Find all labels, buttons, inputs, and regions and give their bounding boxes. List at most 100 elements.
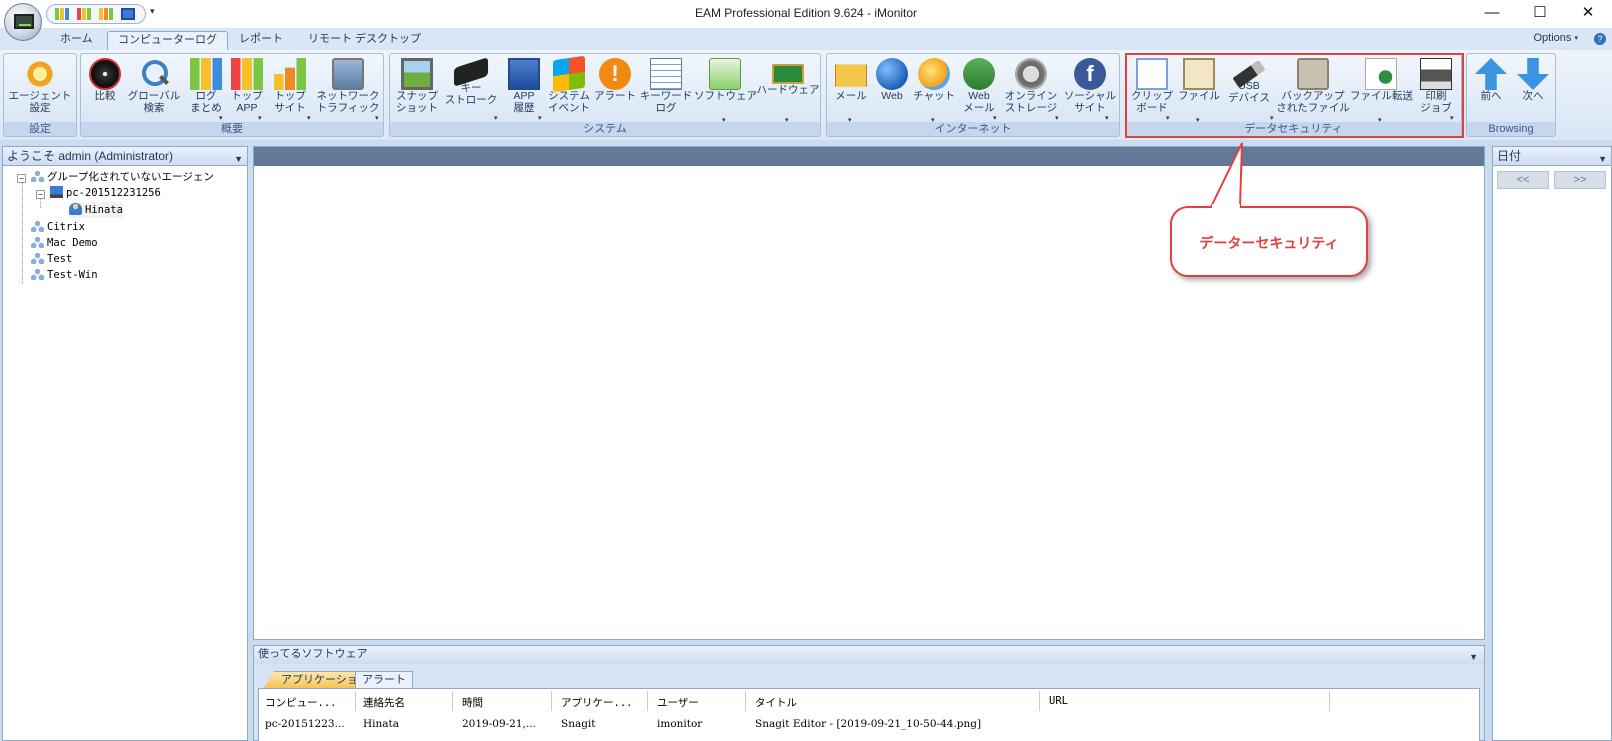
web-button[interactable]: Web xyxy=(873,56,911,122)
social-site-button[interactable]: f ソーシャル サイト ▾ xyxy=(1061,56,1119,122)
tree-node-label: Mac Demo xyxy=(47,237,98,249)
hardware-button[interactable]: ハードウェア ▾ xyxy=(756,56,820,124)
group-overview: 比較 グローバル 検索 ログ まとめ ▾ トップ APP ▾ トップ サイト ▾ ネッ… xyxy=(80,53,384,137)
compare-button[interactable]: 比較 xyxy=(87,56,123,122)
software-in-use-header[interactable]: 使ってるソフトウェア ▼ xyxy=(254,646,1484,664)
column-header-user[interactable]: ユーザー xyxy=(657,695,699,710)
hardware-icon xyxy=(772,64,804,84)
date-panel-title: 日付 xyxy=(1497,149,1522,163)
online-storage-button[interactable]: オンライン ストレージ ▾ xyxy=(1001,56,1061,122)
collapse-toggle[interactable]: − xyxy=(36,190,45,199)
clipboard-label: クリップ ボード xyxy=(1131,90,1173,114)
column-separator[interactable] xyxy=(1039,691,1040,711)
tab-report[interactable]: レポート xyxy=(229,31,293,50)
tab-computer-log[interactable]: コンピューターログ xyxy=(107,31,228,50)
tree-node-label: pc-201512231256 xyxy=(66,187,161,199)
dropdown-arrow-icon: ▾ xyxy=(1166,115,1170,122)
column-separator[interactable] xyxy=(452,691,453,711)
previous-button[interactable]: 前へ xyxy=(1471,56,1511,122)
mail-button[interactable]: メール ▾ xyxy=(829,56,873,124)
webmail-button[interactable]: Web メール ▾ xyxy=(957,56,1001,122)
computer-icon xyxy=(50,186,63,198)
tree-node-citrix[interactable]: Citrix xyxy=(31,219,85,235)
keyword-log-button[interactable]: キーワード ログ xyxy=(638,56,694,122)
system-event-button[interactable]: システム イベント xyxy=(546,55,592,122)
clipboard-icon xyxy=(1136,58,1168,90)
top-site-button[interactable]: トップ サイト ▾ xyxy=(267,56,313,122)
software-button[interactable]: ソフトウェア ▾ xyxy=(694,56,757,124)
global-search-button[interactable]: グローバル 検索 xyxy=(125,56,183,122)
online-storage-label: オンライン ストレージ xyxy=(1004,90,1058,114)
tree-node-label: Hinata xyxy=(85,204,123,216)
chevron-down-icon[interactable]: ▼ xyxy=(234,150,243,168)
top-app-button[interactable]: トップ APP ▾ xyxy=(227,56,267,122)
close-button[interactable]: ✕ xyxy=(1566,2,1610,26)
column-separator[interactable] xyxy=(647,691,648,711)
chevron-down-icon[interactable]: ▼ xyxy=(1598,150,1607,168)
column-header-time[interactable]: 時間 xyxy=(462,695,483,710)
backup-file-button[interactable]: バックアップ されたファイル xyxy=(1276,56,1350,122)
tree-node-mac-demo[interactable]: Mac Demo xyxy=(31,235,98,251)
keystroke-button[interactable]: キー ストローク ▾ xyxy=(442,56,500,122)
network-traffic-button[interactable]: ネットワーク トラフィック ▾ xyxy=(315,56,381,122)
column-header-title[interactable]: タイトル xyxy=(755,695,797,710)
user-icon xyxy=(69,203,82,215)
tree-node-test[interactable]: Test xyxy=(31,251,72,267)
app-menu-button[interactable] xyxy=(4,3,42,41)
next-button[interactable]: 次へ xyxy=(1513,56,1553,122)
online-storage-icon xyxy=(1015,58,1047,90)
column-separator[interactable] xyxy=(551,691,552,711)
network-group-icon xyxy=(31,220,44,232)
snapshot-button[interactable]: スナップ ショット xyxy=(392,56,442,122)
date-panel: 日付 ▼ << >> xyxy=(1492,146,1612,741)
group-label: データセキュリティ xyxy=(1126,122,1461,136)
print-job-button[interactable]: 印刷 ジョブ ▾ xyxy=(1412,56,1460,122)
agent-tree-header[interactable]: ようこそ admin (Administrator) ▼ xyxy=(3,147,247,166)
chat-label: チャット xyxy=(913,90,955,102)
alert-button[interactable]: ! アラート xyxy=(592,56,638,122)
tree-node-ungrouped[interactable]: グループ化されていないエージェン xyxy=(31,169,214,185)
date-panel-header[interactable]: 日付 ▼ xyxy=(1493,147,1611,166)
previous-dates-button[interactable]: << xyxy=(1497,171,1549,189)
log-summary-button[interactable]: ログ まとめ ▾ xyxy=(185,56,227,122)
minimize-button[interactable]: — xyxy=(1470,2,1514,26)
monitor-icon xyxy=(14,14,34,29)
help-icon[interactable]: ? xyxy=(1594,33,1606,45)
group-label: システム xyxy=(390,122,820,136)
software-table: コンピュー... 連絡先名 時間 アプリケー... ユーザー タイトル URL … xyxy=(258,688,1480,741)
column-header-computer[interactable]: コンピュー... xyxy=(265,695,336,710)
group-label: 設定 xyxy=(4,122,76,136)
webmail-label: Web メール xyxy=(963,90,995,114)
tree-node-pc[interactable]: pc-201512231256 xyxy=(50,185,161,201)
column-header-contact[interactable]: 連絡先名 xyxy=(363,695,405,710)
tab-alerts[interactable]: アラート xyxy=(355,671,413,688)
callout-bubble: データーセキュリティ xyxy=(1170,206,1368,277)
usb-device-button[interactable]: USB デバイス ▾ xyxy=(1222,56,1276,122)
maximize-button[interactable]: ☐ xyxy=(1518,2,1562,26)
mail-label: メール xyxy=(835,90,867,102)
column-header-application[interactable]: アプリケー... xyxy=(561,695,632,710)
next-dates-button[interactable]: >> xyxy=(1554,171,1606,189)
file-transfer-button[interactable]: ファイル転送 ▾ xyxy=(1350,56,1413,124)
app-history-button[interactable]: APP 履歴 ▾ xyxy=(502,56,546,122)
agent-settings-button[interactable]: エージェント 設定 xyxy=(6,56,74,122)
top-site-icon xyxy=(274,58,306,90)
file-button[interactable]: ファイル ▾ xyxy=(1176,56,1222,124)
tab-home[interactable]: ホーム xyxy=(50,31,103,50)
chat-button[interactable]: チャット ▾ xyxy=(911,56,957,124)
collapse-toggle[interactable]: − xyxy=(17,174,26,183)
clipboard-button[interactable]: クリップ ボード ▾ xyxy=(1128,56,1176,122)
chevron-down-icon[interactable]: ▼ xyxy=(1469,649,1478,666)
options-menu[interactable]: Options ▾ xyxy=(1534,32,1579,44)
tree-node-user[interactable]: Hinata xyxy=(69,202,123,218)
group-browsing: 前へ 次へ Browsing xyxy=(1466,53,1556,137)
column-header-url[interactable]: URL xyxy=(1049,695,1068,707)
dropdown-arrow-icon: ▾ xyxy=(1270,115,1274,122)
column-separator[interactable] xyxy=(745,691,746,711)
tree-node-test-win[interactable]: Test-Win xyxy=(31,267,98,283)
column-separator[interactable] xyxy=(355,691,356,711)
backup-file-icon xyxy=(1297,58,1329,90)
tab-remote-desktop[interactable]: リモート デスクトップ xyxy=(298,31,431,50)
ribbon-tabs: ホーム コンピューターログ レポート リモート デスクトップ Options ▾… xyxy=(0,28,1612,50)
column-separator[interactable] xyxy=(1329,691,1330,711)
